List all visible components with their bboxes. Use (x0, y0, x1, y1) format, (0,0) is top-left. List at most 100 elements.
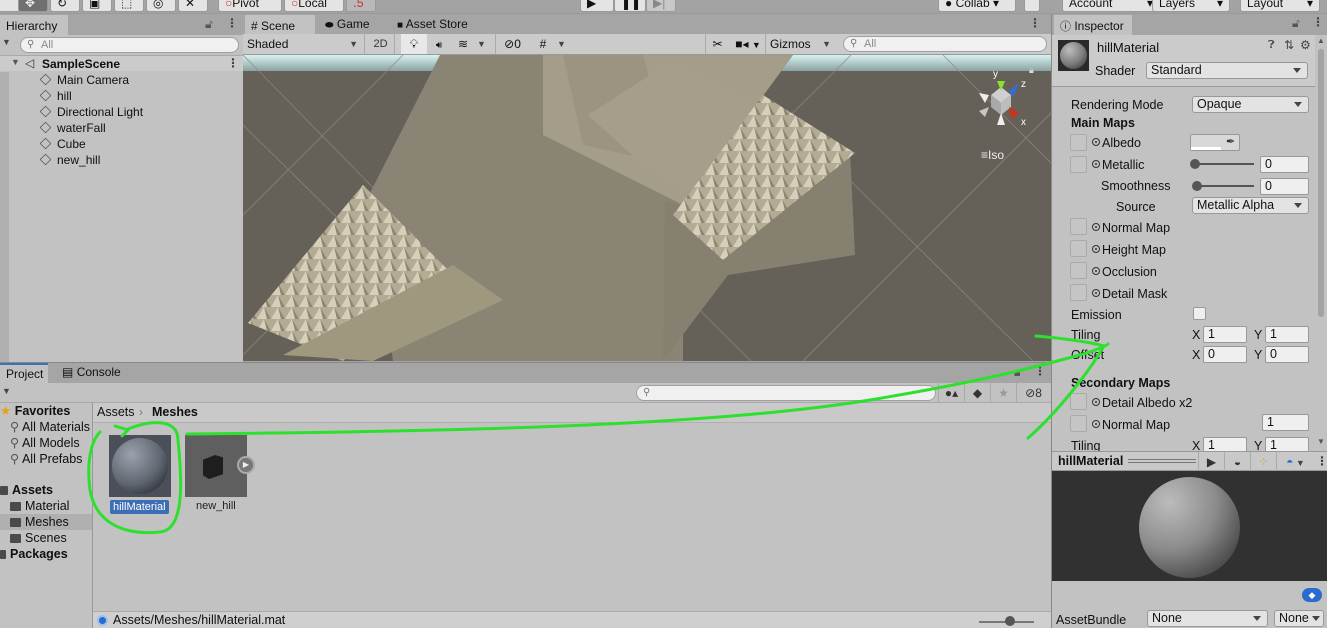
layers-dropdown[interactable]: Layers ▾ (1152, 0, 1230, 12)
play-button[interactable]: ▶ (580, 0, 614, 12)
occlusion-slot[interactable] (1070, 262, 1087, 279)
collab-button[interactable]: ● Collab ▾ (938, 0, 1016, 12)
more-options-icon[interactable]: ⋮ (1034, 364, 1046, 378)
axis-gizmo[interactable]: y z x (971, 69, 1031, 133)
hidden-objects-toggle[interactable]: ⊘0 (495, 34, 529, 54)
shading-mode-dropdown[interactable]: Shaded ▼ (243, 34, 365, 54)
projection-toggle[interactable]: ≡Iso (981, 148, 1004, 162)
hierarchy-item[interactable]: Directional Light (0, 104, 242, 120)
gizmos-dropdown[interactable]: Gizmos ▼ (765, 34, 835, 54)
smoothness-source-dropdown[interactable]: Metallic Alpha (1192, 197, 1309, 214)
pivot-toggle[interactable]: ○Pivot (218, 0, 282, 12)
scene-more-icon[interactable]: ⋮ (1029, 16, 1041, 30)
lock-icon[interactable]: 🔓︎ (205, 17, 213, 32)
metallic-value-input[interactable]: 0 (1260, 156, 1309, 173)
eyedropper-icon[interactable]: ✒ (1226, 135, 1235, 148)
account-dropdown[interactable]: Account ▾ (1062, 0, 1160, 12)
2d-toggle[interactable]: 2D (367, 34, 395, 54)
hand-tool-button[interactable] (0, 0, 20, 12)
object-picker-icon[interactable] (1092, 160, 1100, 168)
tab-game[interactable]: ⬬ Game (319, 15, 376, 35)
hierarchy-item[interactable]: Cube (0, 136, 242, 152)
custom-tool-button[interactable]: ✕ (178, 0, 208, 12)
object-picker-icon[interactable] (1092, 245, 1100, 253)
create-dropdown-icon[interactable]: ▼ (2, 386, 11, 396)
favorites-header[interactable]: ★ Favorites (0, 403, 70, 419)
scene-menu-icon[interactable]: ⋮ (227, 56, 239, 70)
scrollbar-thumb[interactable] (1318, 49, 1324, 317)
tab-console[interactable]: ▤ Console (56, 363, 127, 383)
tab-hierarchy[interactable]: Hierarchy (0, 15, 68, 35)
scale-tool-button[interactable]: ▣ (82, 0, 112, 12)
project-search-input[interactable]: ⚲ (636, 385, 936, 401)
transform-tool-button[interactable]: ◎ (146, 0, 176, 12)
camera-dropdown[interactable]: ■◂ ▼ (731, 34, 765, 54)
metallic-texture-slot[interactable] (1070, 156, 1087, 173)
tools-toggle[interactable]: ✂ (705, 34, 729, 54)
normal-map-slot[interactable] (1070, 218, 1087, 235)
detail-albedo-slot[interactable] (1070, 393, 1087, 410)
asset-label-selected[interactable]: hillMaterial (110, 500, 169, 514)
scene-search-input[interactable]: ⚲ All (843, 36, 1047, 52)
pause-button[interactable]: ❚❚ (614, 0, 646, 12)
lock-icon[interactable]: 🔓︎ (1292, 16, 1300, 31)
albedo-texture-slot[interactable] (1070, 134, 1087, 151)
shader-dropdown[interactable]: Standard (1146, 62, 1308, 79)
smoothness-value-input[interactable]: 0 (1260, 178, 1309, 195)
folder-item-selected[interactable]: Meshes (0, 514, 92, 530)
preview-drag-handle[interactable] (1128, 459, 1196, 463)
albedo-color-field[interactable]: ✒ (1190, 134, 1240, 151)
metallic-slider[interactable] (1194, 163, 1254, 165)
object-picker-icon[interactable] (1092, 138, 1100, 146)
object-picker-icon[interactable] (1092, 223, 1100, 231)
help-icon[interactable]: ❓︎ (1268, 39, 1275, 52)
asset-thumbnail-hillmaterial[interactable] (109, 435, 171, 497)
inspector-scrollbar[interactable]: ▲ ▼ (1315, 35, 1327, 451)
snap-button[interactable]: ⁚5 (346, 0, 376, 12)
grid-toggle[interactable]: # (531, 34, 555, 54)
move-tool-button[interactable]: ✥ (18, 0, 48, 12)
favorite-item[interactable]: ⚲ All Models (10, 435, 80, 451)
cloud-button[interactable] (1024, 0, 1040, 12)
smoothness-slider-knob[interactable] (1192, 181, 1202, 191)
preview-play-button[interactable]: ▶ (1198, 452, 1224, 472)
rotate-tool-button[interactable]: ↻ (50, 0, 80, 12)
scene-row[interactable]: ▼ ◁ SampleScene ⋮ (0, 55, 243, 71)
tab-scene[interactable]: # Scene (245, 15, 315, 35)
smoothness-slider[interactable] (1196, 185, 1254, 187)
preview-more-icon[interactable]: ⋮ (1316, 454, 1327, 468)
scroll-up-icon[interactable]: ▲ (1317, 36, 1325, 45)
scroll-down-icon[interactable]: ▼ (1317, 437, 1325, 446)
tab-inspector[interactable]: ⓘ Inspector (1054, 15, 1132, 35)
hierarchy-item[interactable]: hill (0, 88, 242, 104)
assetbundle-dropdown[interactable]: None (1147, 610, 1268, 627)
gizmo-lock-icon[interactable]: 🔒︎ (1029, 65, 1034, 76)
tiling-x-input[interactable]: 1 (1203, 326, 1247, 343)
secondary-normal-slot[interactable] (1070, 415, 1087, 432)
tab-asset-store[interactable]: ■ Asset Store (391, 15, 474, 35)
effects-dropdown[interactable]: ▼ (477, 34, 491, 54)
lock-icon[interactable]: 🔓︎ (1014, 365, 1022, 380)
emission-checkbox[interactable] (1193, 307, 1206, 320)
effects-toggle[interactable]: ≋ (451, 34, 475, 54)
material-preview[interactable] (1052, 471, 1327, 581)
object-picker-icon[interactable] (1092, 420, 1100, 428)
more-options-icon[interactable]: ⋮ (226, 16, 238, 30)
offset-y-input[interactable]: 0 (1265, 346, 1309, 363)
hierarchy-item[interactable]: waterFall (0, 120, 242, 136)
hierarchy-item[interactable]: new_hill (0, 152, 242, 168)
height-map-slot[interactable] (1070, 240, 1087, 257)
scene-viewport[interactable]: y z x 🔒︎ ≡Iso (243, 55, 1051, 361)
rect-tool-button[interactable]: ⬚ (114, 0, 144, 12)
folder-item[interactable]: Material (10, 498, 69, 514)
audio-toggle[interactable]: 🔊︎ (427, 34, 451, 54)
breadcrumb-item[interactable]: Meshes (152, 405, 198, 419)
label-tag-icon[interactable]: ◆ (1302, 588, 1322, 602)
hierarchy-search-input[interactable]: ⚲ All (20, 37, 239, 53)
breadcrumb-item[interactable]: Assets (97, 405, 135, 419)
asset-label[interactable]: new_hill (196, 500, 236, 512)
search-by-label-button[interactable]: ◆ (964, 383, 990, 403)
more-options-icon[interactable]: ⋮ (1312, 15, 1324, 29)
folder-item[interactable]: Scenes (10, 530, 67, 546)
object-picker-icon[interactable] (1092, 398, 1100, 406)
